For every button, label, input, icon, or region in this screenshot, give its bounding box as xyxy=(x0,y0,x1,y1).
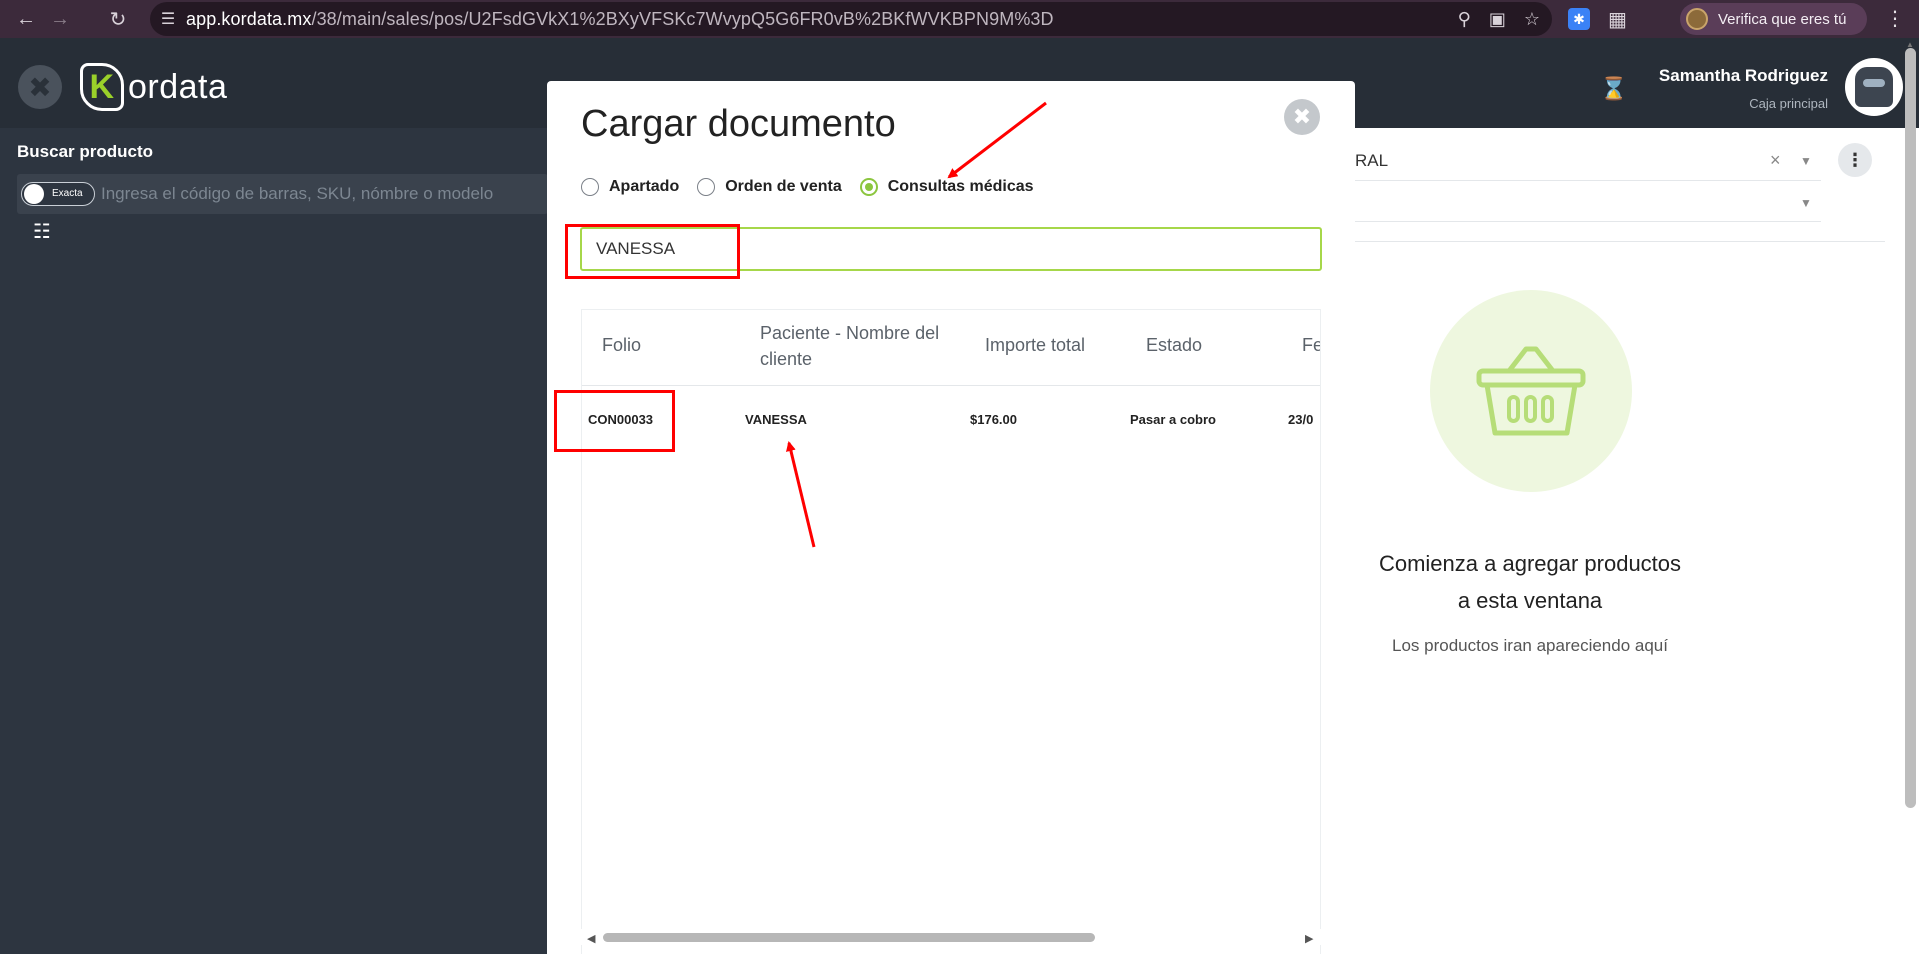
more-options-icon[interactable]: ⋮ xyxy=(1838,143,1872,177)
robot-avatar-icon xyxy=(1855,67,1893,107)
hourglass-icon[interactable]: ⌛ xyxy=(1600,76,1627,102)
table-row[interactable]: CON00033 VANESSA $176.00 Pasar a cobro 2… xyxy=(582,387,1320,447)
logo-text: ordata xyxy=(128,67,228,106)
close-pos-icon[interactable]: ✖ xyxy=(18,65,62,109)
zoom-icon[interactable]: ⚲ xyxy=(1458,9,1471,30)
table-header: Folio Paciente - Nombre del cliente Impo… xyxy=(582,310,1321,386)
extension-icon[interactable]: ✱ xyxy=(1568,8,1590,30)
forward-icon[interactable]: → xyxy=(42,1,78,37)
bookmark-star-icon[interactable]: ☆ xyxy=(1524,9,1540,30)
cell-estado: Pasar a cobro xyxy=(1130,412,1216,427)
horizontal-scrollbar[interactable]: ◀ ▶ xyxy=(581,929,1321,945)
empty-cart-subtitle: Los productos iran apareciendo aquí xyxy=(1392,636,1668,655)
browser-menu-icon[interactable]: ⋮ xyxy=(1885,6,1905,31)
radio-orden-de-venta[interactable]: Orden de venta xyxy=(697,178,842,196)
secondary-select[interactable]: ▼ xyxy=(1355,182,1821,222)
product-search-panel xyxy=(0,128,548,954)
install-app-icon[interactable]: ▣ xyxy=(1489,9,1506,30)
profile-button[interactable]: Verifica que eres tú xyxy=(1680,3,1867,35)
document-type-radios: Apartado Orden de venta Consultas médica… xyxy=(581,178,1034,196)
url-text: app.kordata.mx/38/main/sales/pos/U2FsdGV… xyxy=(186,8,1054,29)
extensions-puzzle-icon[interactable]: ▦ xyxy=(1608,7,1627,32)
scrollbar-thumb[interactable] xyxy=(603,933,1095,942)
column-header-estado: Estado xyxy=(1146,335,1203,355)
reload-icon[interactable]: ↻ xyxy=(100,1,136,37)
annotation-box-search xyxy=(565,224,740,279)
column-header-paciente: Paciente - Nombre del cliente xyxy=(760,323,940,369)
basket-icon xyxy=(1430,290,1632,492)
divider xyxy=(1355,241,1885,242)
column-header-fecha: Fe xyxy=(1302,335,1321,355)
radio-circle-selected xyxy=(859,178,878,196)
toggle-label: Exacta xyxy=(52,188,83,199)
avatar[interactable] xyxy=(1845,58,1903,116)
cart-panel xyxy=(1355,128,1919,954)
radio-apartado[interactable]: Apartado xyxy=(581,178,679,196)
scroll-right-icon[interactable]: ▶ xyxy=(1305,932,1313,945)
chevron-down-icon[interactable]: ▼ xyxy=(1800,154,1812,168)
kordata-logo: K ordata xyxy=(80,62,227,112)
scroll-left-icon[interactable]: ◀ xyxy=(587,932,595,945)
radio-circle xyxy=(581,178,599,196)
page-scrollbar[interactable] xyxy=(1905,48,1916,808)
load-document-modal: Cargar documento ✖ Apartado Orden de ven… xyxy=(547,81,1355,954)
modal-title: Cargar documento xyxy=(581,103,896,145)
radio-consultas-medicas[interactable]: Consultas médicas xyxy=(859,178,1034,196)
profile-label: Verifica que eres tú xyxy=(1718,10,1847,28)
column-header-importe: Importe total xyxy=(985,335,1086,355)
client-select[interactable]: RAL × ▼ xyxy=(1355,141,1821,181)
chevron-down-icon[interactable]: ▼ xyxy=(1800,196,1812,210)
search-label: Buscar producto xyxy=(17,142,154,161)
logo-mark: K xyxy=(80,63,124,111)
radio-circle xyxy=(697,178,716,196)
cell-paciente: VANESSA xyxy=(745,412,807,427)
close-icon[interactable]: ✖ xyxy=(1284,99,1320,135)
cell-importe: $176.00 xyxy=(970,412,1017,427)
product-search-input[interactable]: Ingresa el código de barras, SKU, nómbre… xyxy=(101,184,493,204)
product-search-bar: Exacta Ingresa el código de barras, SKU,… xyxy=(17,174,548,214)
exact-match-toggle[interactable]: Exacta xyxy=(21,182,95,206)
clear-icon[interactable]: × xyxy=(1770,150,1781,171)
profile-avatar xyxy=(1686,8,1708,30)
cell-fecha: 23/0 xyxy=(1288,412,1314,427)
back-icon[interactable]: ← xyxy=(8,1,44,37)
column-header-folio: Folio xyxy=(602,335,642,355)
site-info-icon[interactable]: ☰ xyxy=(150,9,186,29)
empty-cart-title: Comienza a agregar productos a esta vent… xyxy=(1378,551,1682,613)
user-name: Samantha Rodriguez xyxy=(1658,66,1828,85)
list-view-icon[interactable]: ☷ xyxy=(33,219,51,244)
browser-toolbar: ← → ↻ ☰ app.kordata.mx/38/main/sales/pos… xyxy=(0,0,1919,38)
documents-table: Folio Paciente - Nombre del cliente Impo… xyxy=(581,309,1321,954)
annotation-box-folio xyxy=(554,390,675,452)
toggle-knob xyxy=(24,184,44,204)
address-bar[interactable]: ☰ app.kordata.mx/38/main/sales/pos/U2Fsd… xyxy=(150,2,1552,36)
client-select-value: RAL xyxy=(1355,150,1389,170)
user-role: Caja principal xyxy=(1749,96,1828,111)
